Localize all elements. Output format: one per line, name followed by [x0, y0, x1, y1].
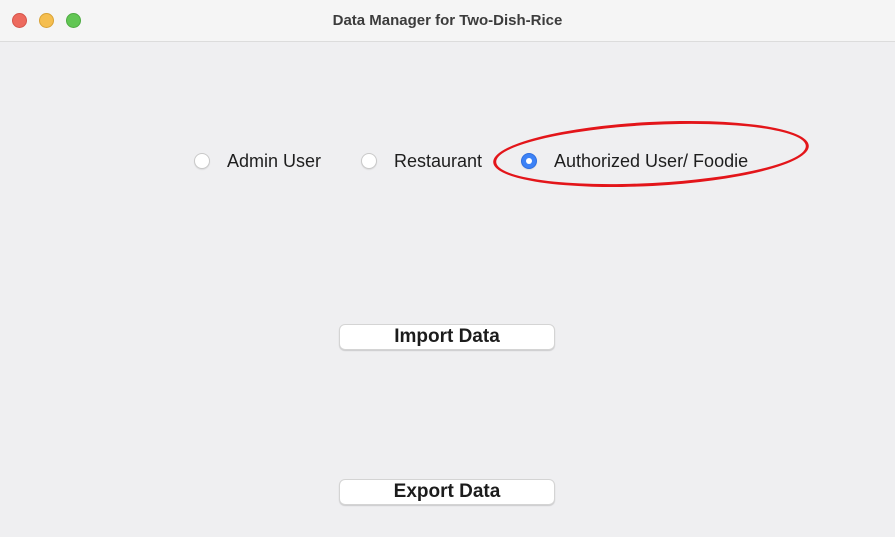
import-data-button[interactable]: Import Data [339, 324, 555, 350]
export-data-button[interactable]: Export Data [339, 479, 555, 505]
title-bar[interactable]: Data Manager for Two-Dish-Rice [0, 0, 895, 42]
radio-restaurant[interactable]: Restaurant [361, 146, 482, 176]
radio-admin-user[interactable]: Admin User [194, 146, 321, 176]
user-type-radio-group: Admin User Restaurant Authorized User/ F… [0, 146, 895, 176]
radio-button-icon[interactable] [361, 153, 377, 169]
radio-authorized-user-foodie[interactable]: Authorized User/ Foodie [521, 146, 748, 176]
radio-label-authorized-user-foodie: Authorized User/ Foodie [554, 150, 749, 171]
radio-label-admin-user: Admin User [227, 150, 322, 171]
radio-button-selected-icon[interactable] [521, 153, 537, 169]
app-window: Data Manager for Two-Dish-Rice Admin Use… [0, 0, 895, 537]
window-title: Data Manager for Two-Dish-Rice [332, 12, 563, 29]
radio-button-icon[interactable] [194, 153, 210, 169]
radio-label-restaurant: Restaurant [394, 150, 483, 171]
